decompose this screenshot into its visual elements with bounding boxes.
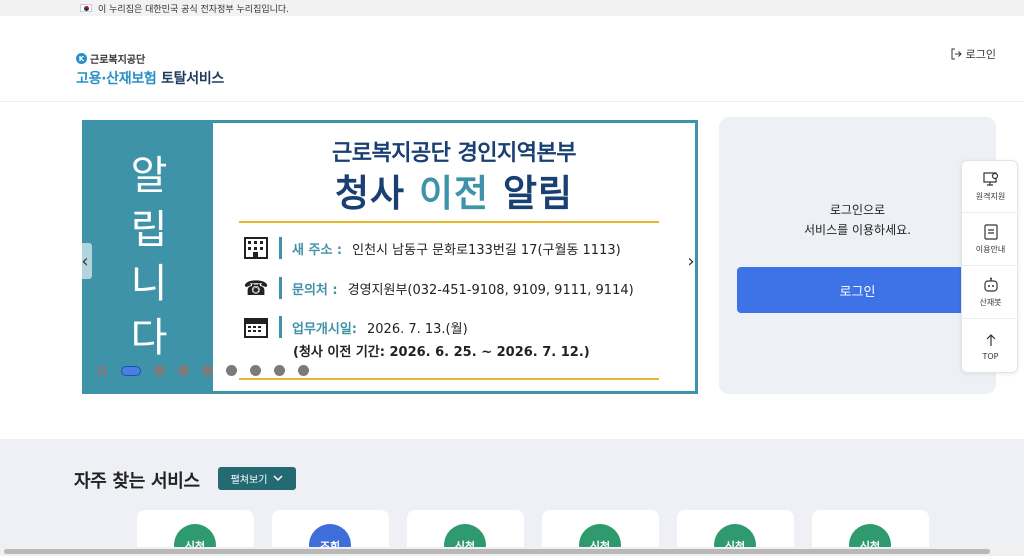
notice-row-value: 경영지원부(032-451-9108, 9109, 9111, 9114) (347, 282, 634, 298)
login-panel-line1: 로그인으로 (829, 203, 886, 217)
notice-divider-top (239, 221, 659, 223)
notice-divider-bottom (239, 378, 659, 380)
notice-title-c: 알림 (502, 172, 574, 215)
quick-guide[interactable]: 이용안내 (962, 214, 1019, 266)
arrow-up-icon (986, 333, 995, 346)
notice-row-value: 2026. 7. 13.(월) (367, 321, 468, 337)
korea-flag-icon (80, 4, 92, 12)
building-icon (243, 237, 269, 259)
kcomwel-logo-icon: K (76, 53, 87, 64)
horizontal-scrollbar[interactable] (0, 547, 1024, 556)
chevron-left-icon: ‹ (81, 250, 89, 272)
login-panel: 로그인으로 서비스를 이용하세요. 로그인 (719, 117, 996, 394)
carousel-next-button[interactable]: › (684, 243, 698, 279)
notice-side-char: 다 (130, 315, 168, 361)
notice-row-bar (279, 237, 282, 259)
quick-guide-label: 이용안내 (975, 245, 1006, 254)
logo-main-accent: 고용·산재보험 (76, 71, 157, 87)
notice-title-b: 이전 (418, 172, 490, 215)
quick-top[interactable]: TOP (962, 320, 1019, 372)
carousel-prev-button[interactable]: ‹ (78, 243, 92, 279)
notice-title-a: 청사 (334, 172, 406, 215)
carousel-dot[interactable] (298, 365, 309, 376)
quick-top-label: TOP (982, 351, 999, 361)
frequent-services-section: 자주 찾는 서비스 펼쳐보기 신청 조회 신청 신청 신청 신청 (0, 439, 1024, 556)
login-button[interactable]: 로그인 (737, 267, 978, 313)
notice-row-start-date: 업무개시일: 2026. 7. 13.(월) (243, 316, 468, 338)
login-panel-line2: 서비스를 이용하세요. (804, 223, 911, 237)
carousel-dot[interactable] (274, 365, 285, 376)
gov-banner-text: 이 누리집은 대한민국 공식 전자정부 누리집입니다. (98, 4, 290, 15)
login-panel-text: 로그인으로 서비스를 이용하세요. (719, 200, 996, 240)
notice-side-char: 립 (130, 207, 168, 253)
frequent-services-title: 자주 찾는 서비스 (74, 471, 200, 492)
scrollbar-thumb[interactable] (4, 549, 990, 554)
expand-services-label: 펼쳐보기 (230, 475, 268, 486)
notice-row-label: 새 주소 : (292, 242, 343, 258)
notice-row-bar (279, 316, 282, 338)
chevron-right-icon: › (687, 250, 695, 272)
site-header: K 근로복지공단 고용·산재보험 토탈서비스 로그인 (0, 16, 1024, 102)
notice-row-value: 인천시 남동구 문화로133번길 17(구월동 1113) (352, 242, 621, 258)
carousel-dot[interactable] (121, 365, 141, 376)
hero-section: 알 립 니 다 근로복지공단 경인지역본부 청사 이전 알림 새 주소 : 인천… (0, 102, 1024, 439)
carousel-pause-button[interactable] (98, 365, 108, 376)
gov-banner: 이 누리집은 대한민국 공식 전자정부 누리집입니다. (0, 0, 1024, 16)
quick-remote-support[interactable]: 원격지원 (962, 161, 1019, 213)
remote-support-icon (982, 172, 998, 186)
notice-title: 청사 이전 알림 (213, 163, 695, 217)
site-logo[interactable]: K 근로복지공단 고용·산재보험 토탈서비스 (76, 51, 224, 88)
header-login-label: 로그인 (965, 48, 996, 61)
carousel-dot[interactable] (250, 365, 261, 376)
notice-side-char: 알 (130, 153, 168, 199)
quick-chatbot[interactable]: 산재봇 (962, 267, 1019, 319)
logo-org-text: 근로복지공단 (90, 55, 146, 66)
carousel-dot[interactable] (178, 365, 189, 376)
phone-icon: ☎ (243, 276, 269, 300)
notice-side-char: 니 (130, 261, 168, 307)
quick-menu: 원격지원 이용안내 산재봇 TOP (961, 160, 1019, 373)
notice-row-contact: ☎ 문의처 : 경영지원부(032-451-9108, 9109, 9111, … (243, 276, 634, 300)
notice-row-address: 새 주소 : 인천시 남동구 문화로133번길 17(구월동 1113) (243, 237, 621, 259)
carousel-dot[interactable] (202, 365, 213, 376)
carousel-dot[interactable] (226, 365, 237, 376)
guide-icon (983, 224, 998, 240)
quick-remote-support-label: 원격지원 (975, 192, 1006, 201)
notice-row-label: 문의처 : (292, 282, 338, 298)
notice-side-banner: 알 립 니 다 (85, 123, 213, 391)
logo-main-text: 토탈서비스 (161, 71, 224, 87)
carousel-dot[interactable] (154, 365, 165, 376)
notice-row-bar (279, 277, 282, 299)
chevron-down-icon (273, 475, 283, 482)
notice-relocation-period: (청사 이전 기간: 2026. 6. 25. ~ 2026. 7. 12.) (293, 345, 590, 360)
chatbot-icon (983, 277, 998, 292)
expand-services-button[interactable]: 펼쳐보기 (218, 467, 296, 490)
notice-slide[interactable]: 알 립 니 다 근로복지공단 경인지역본부 청사 이전 알림 새 주소 : 인천… (82, 120, 698, 394)
quick-chatbot-label: 산재봇 (979, 298, 1002, 307)
login-icon (951, 48, 962, 60)
notice-row-label: 업무개시일: (292, 321, 357, 337)
carousel-indicators (98, 365, 309, 376)
header-login-link[interactable]: 로그인 (950, 46, 996, 62)
calendar-icon (243, 316, 269, 338)
notice-body: 근로복지공단 경인지역본부 청사 이전 알림 새 주소 : 인천시 남동구 문화… (213, 123, 695, 391)
